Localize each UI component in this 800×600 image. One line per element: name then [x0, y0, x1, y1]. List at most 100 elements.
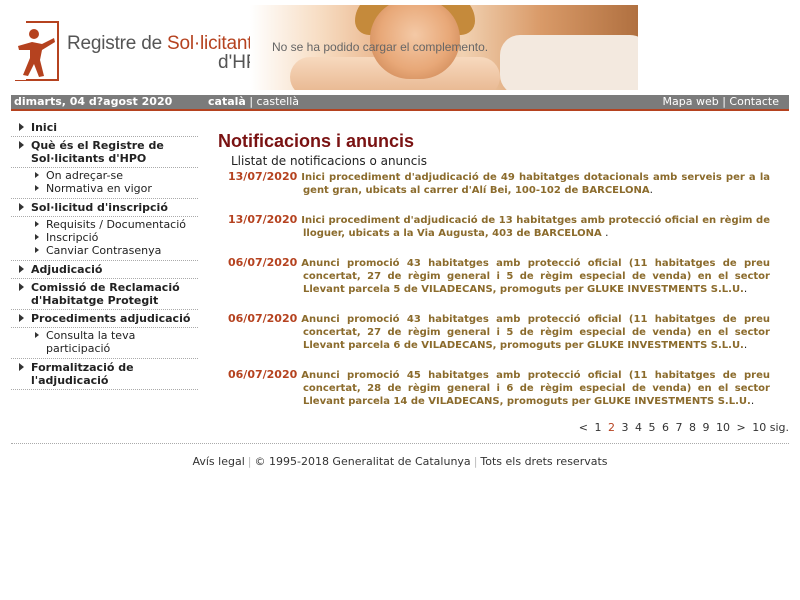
banner-pillow — [500, 35, 638, 90]
footer-rights: Tots els drets reservats — [480, 455, 608, 468]
triangle-right-icon — [19, 265, 24, 273]
triangle-right-icon — [35, 234, 39, 240]
notice-suffix: . — [743, 339, 748, 351]
notice-item: 06/07/2020 Anunci promoció 43 habitatges … — [228, 312, 770, 352]
footer-separator: | — [247, 455, 252, 468]
registre-logo-icon[interactable] — [14, 20, 60, 82]
nav-subitem-requisits[interactable]: Requisits / Documentació — [11, 218, 198, 231]
plugin-error-message: No se ha podido cargar el complemento. — [272, 40, 489, 54]
triangle-right-icon — [19, 123, 24, 131]
nav-subitem-consulta[interactable]: Consulta la teva participació — [11, 329, 198, 355]
pager-page-3[interactable]: 3 — [622, 421, 629, 434]
triangle-right-icon — [35, 247, 39, 253]
nav-submenu-solicitud: Requisits / Documentació Inscripció Canv… — [11, 217, 198, 261]
pager-prev[interactable]: < — [579, 421, 588, 434]
utility-links: Mapa web | Contacte — [663, 95, 780, 109]
pager-page-4[interactable]: 4 — [635, 421, 642, 434]
nav-item-inici[interactable]: Inici — [11, 119, 198, 137]
nav-subitem-normativa[interactable]: Normativa en vigor — [11, 182, 198, 195]
nav-subitem-label: Canviar Contrasenya — [46, 244, 162, 257]
pagination: < 1 2 3 4 5 6 7 8 9 10 > 10 sig. — [576, 421, 789, 434]
lang-separator: | — [249, 95, 254, 108]
pager-page-2-current: 2 — [608, 421, 616, 434]
contact-link[interactable]: Contacte — [729, 95, 779, 108]
pager-next-10[interactable]: 10 sig. — [752, 421, 789, 434]
language-switcher: català | castellà — [208, 95, 299, 109]
triangle-right-icon — [19, 314, 24, 322]
notice-item: 13/07/2020 Inici procediment d'adjudicaci… — [228, 213, 770, 240]
nav-item-label: Inici — [31, 121, 57, 134]
nav-item-label: Adjudicació — [31, 263, 103, 276]
pager-page-10[interactable]: 10 — [716, 421, 730, 434]
notice-date: 06/07/2020 — [228, 368, 298, 381]
nav-item-adjudicacio[interactable]: Adjudicació — [11, 261, 198, 279]
links-separator: | — [722, 95, 726, 108]
sitemap-link[interactable]: Mapa web — [663, 95, 719, 108]
nav-subitem-label: Normativa en vigor — [46, 182, 152, 195]
footer-legal-link[interactable]: Avís legal — [192, 455, 244, 468]
nav-item-que-es[interactable]: Què és el Registre de Sol·licitants d'HP… — [11, 137, 198, 168]
notice-date: 06/07/2020 — [228, 312, 298, 325]
nav-subitem-canviar-contrasenya[interactable]: Canviar Contrasenya — [11, 244, 198, 257]
footer: Avís legal | © 1995-2018 Generalitat de Ca… — [0, 455, 800, 468]
notice-item: 06/07/2020 Anunci promoció 43 habitatges … — [228, 256, 770, 296]
nav-item-formalitzacio[interactable]: Formalització de l'adjudicació — [11, 359, 198, 390]
nav-submenu-procediments: Consulta la teva participació — [11, 328, 198, 359]
triangle-right-icon — [35, 221, 39, 227]
pager-page-5[interactable]: 5 — [649, 421, 656, 434]
triangle-right-icon — [19, 363, 24, 371]
notice-link[interactable]: Anunci promoció 45 habitatges amb protec… — [301, 370, 770, 407]
pager-page-7[interactable]: 7 — [676, 421, 683, 434]
nav-item-label: Formalització de l'adjudicació — [31, 361, 134, 387]
notice-date: 06/07/2020 — [228, 256, 298, 269]
nav-item-solicitud[interactable]: Sol·licitud d'inscripció — [11, 199, 198, 217]
triangle-right-icon — [19, 283, 24, 291]
pager-page-1[interactable]: 1 — [595, 421, 602, 434]
pager-page-6[interactable]: 6 — [662, 421, 669, 434]
notice-link[interactable]: Inici procediment d'adjudicació de 49 ha… — [301, 172, 770, 196]
notice-date: 13/07/2020 — [228, 213, 298, 226]
lang-castella-link[interactable]: castellà — [257, 95, 299, 108]
page-title: Notificacions i anuncis — [218, 131, 415, 151]
notice-link[interactable]: Inici procediment d'adjudicació de 13 ha… — [301, 215, 770, 239]
notice-date: 13/07/2020 — [228, 170, 298, 183]
logo-title-part2: Sol·licitants — [167, 33, 262, 54]
nav-subitem-label: Consulta la teva participació — [46, 329, 136, 355]
footer-divider — [11, 443, 789, 444]
notice-suffix: . — [750, 395, 755, 407]
nav-subitem-label: Inscripció — [46, 231, 99, 244]
notice-suffix: . — [743, 283, 748, 295]
nav-submenu-que-es: On adreçar-se Normativa en vigor — [11, 168, 198, 199]
page-subtitle: Llistat de notificacions o anuncis — [231, 154, 427, 168]
nav-item-procediments[interactable]: Procediments adjudicació — [11, 310, 198, 328]
nav-item-label: Què és el Registre de Sol·licitants d'HP… — [31, 139, 164, 165]
footer-copyright: © 1995-2018 Generalitat de Catalunya — [254, 455, 471, 468]
nav-subitem-inscripcio[interactable]: Inscripció — [11, 231, 198, 244]
nav-item-label: Sol·licitud d'inscripció — [31, 201, 168, 214]
nav-item-label: Comissió de Reclamació d'Habitatge Prote… — [31, 281, 180, 307]
current-date: dimarts, 04 d?agost 2020 — [14, 95, 173, 108]
notice-item: 06/07/2020 Anunci promoció 45 habitatges … — [228, 368, 770, 408]
nav-item-comissio[interactable]: Comissió de Reclamació d'Habitatge Prote… — [11, 279, 198, 310]
pager-page-8[interactable]: 8 — [689, 421, 696, 434]
notice-link[interactable]: Anunci promoció 43 habitatges amb protec… — [301, 258, 770, 295]
logo-title-part1: Registre de — [67, 33, 168, 54]
triangle-right-icon — [35, 332, 39, 338]
notice-link[interactable]: Anunci promoció 43 habitatges amb protec… — [301, 314, 770, 351]
triangle-right-icon — [19, 141, 24, 149]
lang-catala-link[interactable]: català — [208, 95, 246, 108]
sidebar-nav: Inici Què és el Registre de Sol·licitant… — [11, 119, 198, 390]
triangle-right-icon — [35, 172, 39, 178]
nav-subitem-on-adrecar[interactable]: On adreçar-se — [11, 169, 198, 182]
notice-item: 13/07/2020 Inici procediment d'adjudicaci… — [228, 170, 770, 197]
triangle-right-icon — [35, 185, 39, 191]
notice-suffix: . — [649, 184, 653, 196]
notice-suffix: . — [601, 227, 609, 239]
notices-list: 13/07/2020 Inici procediment d'adjudicaci… — [218, 170, 770, 408]
pager-page-9[interactable]: 9 — [703, 421, 710, 434]
header: Registre de Sol·licitants d'HPO No se ha… — [0, 0, 800, 95]
nav-item-label: Procediments adjudicació — [31, 312, 191, 325]
nav-subitem-label: On adreçar-se — [46, 169, 123, 182]
pager-next[interactable]: > — [737, 421, 746, 434]
main-content: Notificacions i anuncis Llistat de notif… — [218, 131, 770, 424]
